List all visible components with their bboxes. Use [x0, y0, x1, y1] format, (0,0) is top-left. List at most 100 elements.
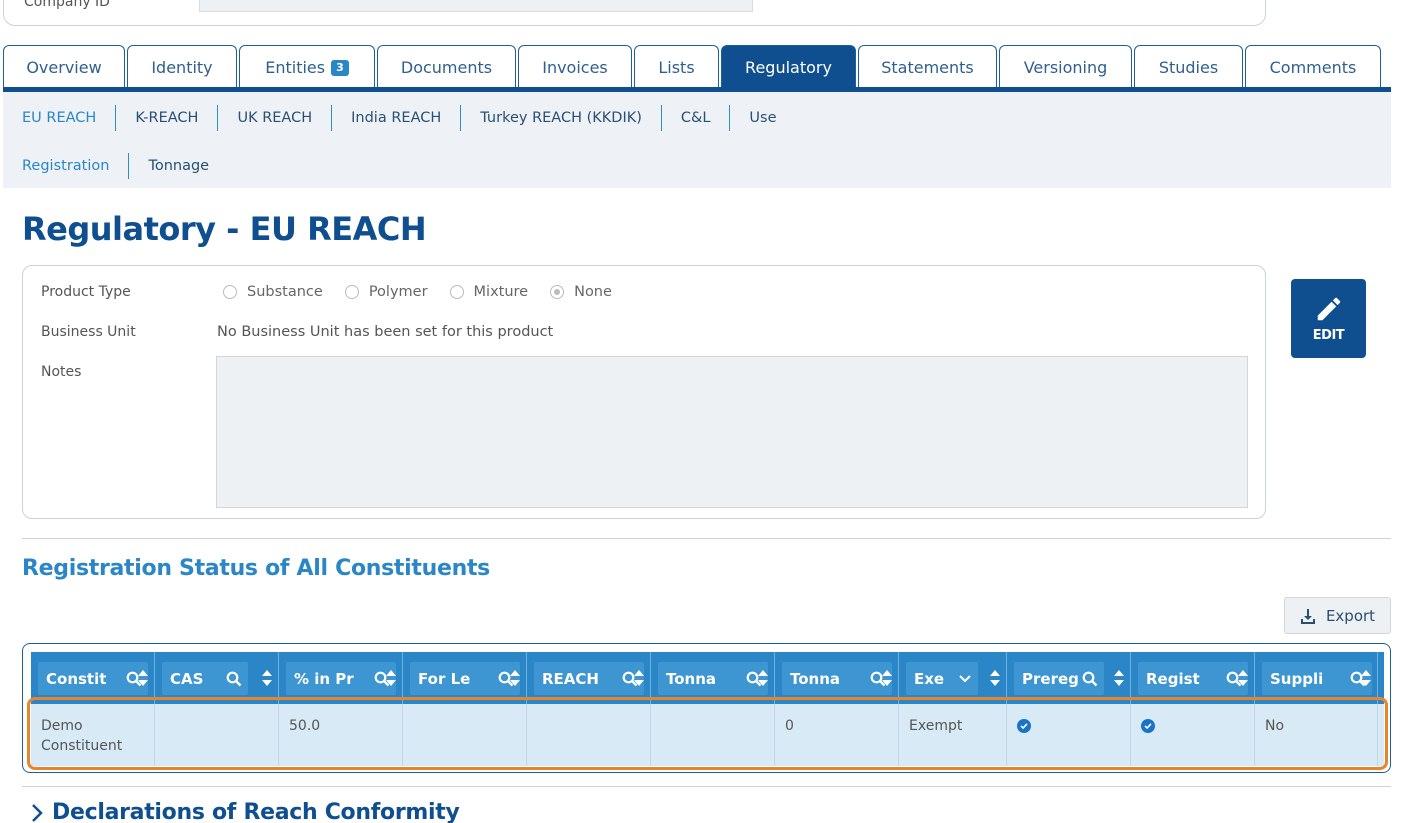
tab-invoices[interactable]: Invoices — [518, 45, 632, 89]
subnav-c-and-l[interactable]: C&L — [660, 105, 730, 131]
export-label: Export — [1325, 606, 1376, 625]
tab-label: Identity — [151, 58, 213, 77]
radio-label: Polymer — [368, 284, 428, 300]
product-form-panel: Product Type Substance Polymer Mixture N… — [22, 265, 1266, 519]
subnav-row-regions: EU REACH K-REACH UK REACH India REACH Tu… — [22, 105, 796, 131]
radio-none[interactable]: None — [550, 284, 612, 300]
column-header-label: REACH — [542, 669, 599, 688]
company-id-field[interactable] — [199, 0, 753, 12]
tab-identity[interactable]: Identity — [127, 45, 237, 89]
subnav-use[interactable]: Use — [729, 105, 795, 131]
sort-icon[interactable] — [990, 670, 1000, 686]
column-header-label: Tonna — [790, 669, 841, 688]
subnav-eu-reach[interactable]: EU REACH — [22, 105, 115, 131]
column-header-label: For Le — [418, 669, 471, 688]
tab-label: Versioning — [1023, 58, 1108, 77]
subnav-turkey-reach[interactable]: Turkey REACH (KKDIK) — [460, 105, 661, 131]
radio-label: None — [574, 284, 612, 300]
main-tabs: Overview Identity Entities 3 Documents In… — [3, 45, 1383, 89]
company-id-row: Company ID — [3, 0, 1266, 26]
radio-circle-checked — [550, 285, 565, 299]
edit-label: EDIT — [1312, 328, 1345, 343]
sort-icon[interactable] — [262, 670, 272, 686]
entities-count-badge: 3 — [331, 59, 349, 76]
search-icon[interactable] — [226, 671, 242, 687]
column-header-label: Constit — [46, 669, 107, 688]
sort-icon[interactable] — [758, 670, 768, 686]
radio-circle — [344, 285, 359, 299]
column-filter[interactable]: Tonna — [782, 662, 892, 695]
column-header-label: Tonna — [666, 669, 717, 688]
sort-icon[interactable] — [1361, 670, 1371, 686]
column-filter[interactable]: Regist — [1138, 662, 1248, 695]
radio-label: Substance — [247, 284, 323, 300]
notes-textarea[interactable] — [216, 356, 1248, 508]
column-header-label: Regist — [1146, 669, 1200, 688]
company-id-label: Company ID — [24, 0, 110, 10]
column-filter[interactable]: Prereg — [1014, 662, 1104, 695]
column-filter[interactable]: For Le — [410, 662, 520, 695]
sort-icon[interactable] — [386, 670, 396, 686]
page-title: Regulatory - EU REACH — [22, 210, 427, 248]
radio-mixture[interactable]: Mixture — [449, 284, 528, 300]
sort-icon[interactable] — [882, 670, 892, 686]
column-filter[interactable]: Suppli — [1262, 662, 1372, 695]
declarations-section-toggle[interactable]: Declarations of Reach Conformity — [30, 800, 460, 823]
sort-icon[interactable] — [1114, 670, 1124, 686]
tab-studies[interactable]: Studies — [1134, 45, 1243, 89]
export-button[interactable]: Export — [1284, 597, 1391, 634]
column-filter[interactable]: % in Pr — [286, 662, 396, 695]
registration-status-title: Registration Status of All Constituents — [22, 556, 490, 581]
divider — [22, 786, 1391, 787]
product-type-radio-group: Substance Polymer Mixture None — [223, 284, 634, 300]
subnav-uk-reach[interactable]: UK REACH — [217, 105, 331, 131]
column-header-label: CAS — [170, 669, 204, 688]
column-header-label: Exe — [914, 669, 945, 688]
subnav-india-reach[interactable]: India REACH — [331, 105, 460, 131]
tab-lists[interactable]: Lists — [634, 45, 719, 89]
subnav-registration[interactable]: Registration — [22, 153, 128, 179]
radio-substance[interactable]: Substance — [223, 284, 323, 300]
regulatory-subnav: EU REACH K-REACH UK REACH India REACH Tu… — [3, 92, 1391, 188]
column-filter[interactable]: Tonna — [658, 662, 768, 695]
business-unit-value: No Business Unit has been set for this p… — [217, 324, 554, 340]
sort-icon[interactable] — [1238, 670, 1248, 686]
tab-statements[interactable]: Statements — [858, 45, 997, 89]
tab-label: Lists — [658, 58, 695, 77]
subnav-k-reach[interactable]: K-REACH — [115, 105, 217, 131]
divider — [22, 538, 1391, 539]
tab-label: Studies — [1158, 58, 1219, 77]
tab-label: Regulatory — [745, 58, 832, 77]
chevron-right-icon — [32, 803, 43, 822]
tab-documents[interactable]: Documents — [377, 45, 516, 89]
search-icon[interactable] — [1082, 671, 1098, 687]
product-type-label: Product Type — [41, 284, 131, 300]
radio-circle — [223, 285, 237, 299]
subnav-row-sections: Registration Tonnage — [22, 153, 228, 179]
column-filter[interactable]: CAS — [162, 662, 248, 695]
edit-button[interactable]: EDIT — [1291, 279, 1366, 358]
row-highlight-outline — [27, 697, 1388, 770]
tab-overview[interactable]: Overview — [3, 45, 125, 89]
subnav-tonnage[interactable]: Tonnage — [128, 153, 228, 179]
business-unit-label: Business Unit — [41, 324, 136, 340]
column-filter[interactable]: Exe — [906, 662, 978, 695]
radio-polymer[interactable]: Polymer — [344, 284, 428, 300]
pencil-icon — [1317, 297, 1340, 321]
sort-icon[interactable] — [634, 670, 644, 686]
sort-icon[interactable] — [138, 670, 148, 686]
tab-regulatory[interactable]: Regulatory — [721, 45, 856, 89]
sort-icon[interactable] — [510, 670, 520, 686]
column-header-label: Suppli — [1270, 669, 1324, 688]
download-icon — [1300, 608, 1315, 624]
tab-label: Invoices — [542, 58, 608, 77]
tab-versioning[interactable]: Versioning — [999, 45, 1132, 89]
tab-entities[interactable]: Entities 3 — [239, 45, 375, 89]
column-filter[interactable]: Constit — [38, 662, 148, 695]
notes-label: Notes — [41, 364, 82, 380]
chevron-down-icon[interactable] — [958, 672, 972, 686]
declarations-title: Declarations of Reach Conformity — [52, 800, 460, 823]
tab-label: Documents — [400, 58, 493, 77]
column-filter[interactable]: REACH — [534, 662, 644, 695]
tab-comments[interactable]: Comments — [1245, 45, 1381, 89]
